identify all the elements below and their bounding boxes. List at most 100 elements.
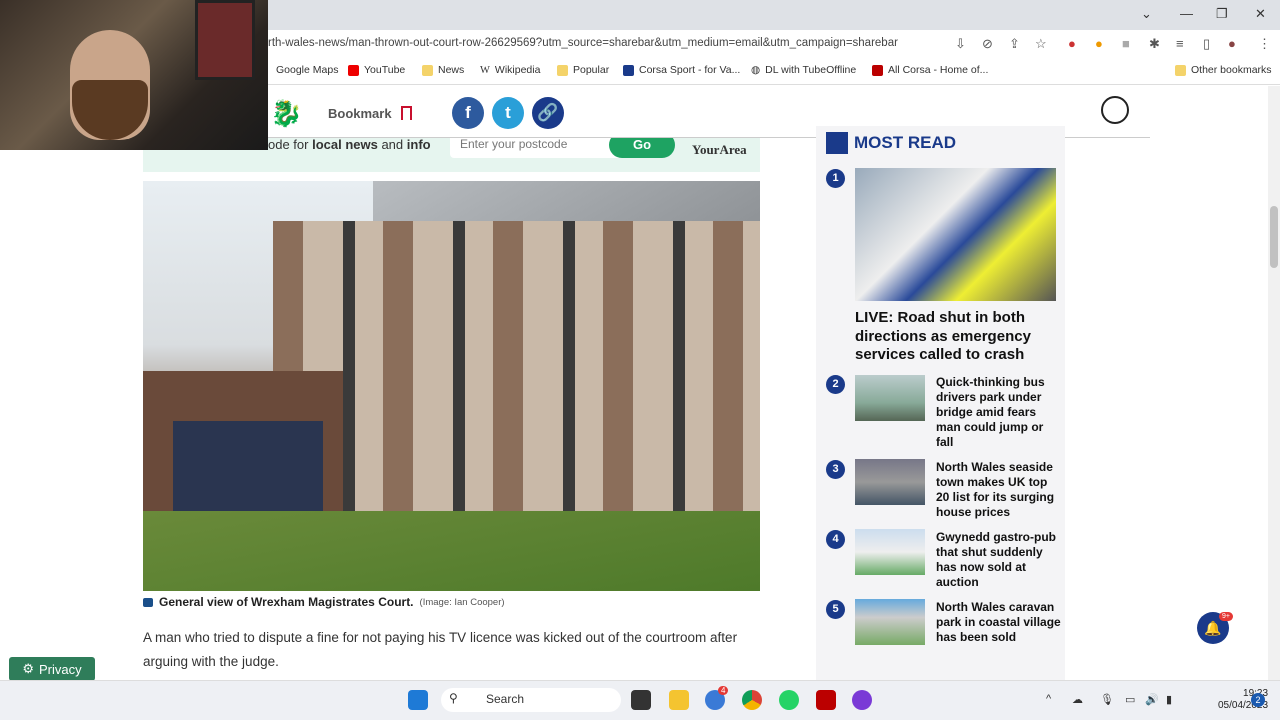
- notification-count[interactable]: 2: [1251, 693, 1265, 707]
- bookmark-button[interactable]: Bookmark: [328, 106, 392, 121]
- bookmark-popular[interactable]: Popular: [557, 64, 609, 76]
- bookmark-label: All Corsa - Home of...: [888, 64, 989, 76]
- photo-caption: General view of Wrexham Magistrates Cour…: [143, 595, 505, 609]
- most-read-image-2[interactable]: [855, 375, 925, 421]
- start-button[interactable]: [408, 690, 428, 710]
- bookmark-google-maps[interactable]: Google Maps: [276, 64, 338, 76]
- adblock-extension-icon[interactable]: ●: [1068, 36, 1076, 51]
- rank-number: 2: [826, 375, 845, 394]
- wikipedia-icon: W: [480, 64, 490, 76]
- photo-credit: (Image: Ian Cooper): [419, 596, 505, 608]
- onedrive-icon[interactable]: ☁: [1072, 693, 1083, 706]
- bookmark-wikipedia[interactable]: W Wikipedia: [480, 64, 540, 76]
- microphone-icon[interactable]: 🎙: [1100, 693, 1114, 706]
- bookmark-youtube[interactable]: YouTube: [348, 64, 405, 76]
- star-icon[interactable]: ☆: [1035, 36, 1047, 52]
- twitter-share-button[interactable]: t: [492, 97, 524, 129]
- bookmark-label: News: [438, 64, 465, 76]
- side-panel-icon[interactable]: ▯: [1203, 36, 1210, 52]
- corsa-sport-icon: [623, 64, 634, 76]
- entrance-canopy: [173, 421, 323, 521]
- install-icon[interactable]: ⇩: [955, 36, 966, 52]
- gear-icon: ⚙: [22, 661, 35, 676]
- most-read-item-2[interactable]: Quick-thinking bus drivers park under br…: [936, 375, 1061, 450]
- bookmark-tubeoffline[interactable]: ◍ DL with TubeOffline: [751, 64, 856, 76]
- folder-icon: [422, 64, 433, 76]
- dragon-logo[interactable]: 🐉: [270, 98, 302, 129]
- bookmark-label: YouTube: [364, 64, 406, 76]
- tab-search-icon[interactable]: ⌄: [1141, 6, 1152, 22]
- all-corsa-icon: [872, 64, 883, 76]
- taskbar-search[interactable]: ⚲ Search: [441, 688, 621, 712]
- url-input[interactable]: rth-wales-news/man-thrown-out-court-row-…: [268, 37, 898, 49]
- rank-number: 1: [826, 169, 845, 188]
- file-explorer-icon[interactable]: [669, 690, 689, 710]
- bookmark-label: Corsa Sport - for Va...: [639, 64, 741, 76]
- search-icon: ⚲: [449, 691, 458, 705]
- privacy-label: Privacy: [39, 661, 82, 677]
- trending-icon: [826, 132, 848, 154]
- bookmark-icon[interactable]: [401, 106, 412, 120]
- reading-list-icon[interactable]: ≡: [1176, 36, 1184, 51]
- folder-icon: [557, 64, 568, 76]
- folder-icon: [1175, 64, 1186, 76]
- app-icon-red[interactable]: [816, 690, 836, 710]
- rank-number: 5: [826, 600, 845, 619]
- whatsapp-icon[interactable]: [779, 690, 799, 710]
- article-photo: [143, 181, 760, 591]
- bookmark-label: Google Maps: [276, 64, 339, 76]
- notification-badge: 9+: [1219, 612, 1233, 621]
- rank-number: 4: [826, 530, 845, 549]
- bookmark-corsa-sport[interactable]: Corsa Sport - for Va...: [623, 64, 740, 76]
- volume-icon[interactable]: 🔊: [1145, 693, 1159, 706]
- t-extension-icon[interactable]: ●: [1095, 36, 1103, 51]
- web-page: ode for local news and info Enter your p…: [0, 86, 1268, 680]
- privacy-button[interactable]: ⚙ Privacy: [9, 657, 95, 680]
- bookmark-label: Wikipedia: [494, 64, 541, 76]
- most-read-heading: MOST READ: [826, 132, 956, 154]
- most-read-image-1[interactable]: [855, 168, 1056, 301]
- bookmark-label: Other bookmarks: [1191, 64, 1272, 76]
- caption-text: General view of Wrexham Magistrates Cour…: [159, 595, 414, 609]
- share-icon[interactable]: ⇪: [1009, 36, 1020, 52]
- battery-icon[interactable]: ▮: [1166, 693, 1172, 706]
- most-read-image-3[interactable]: [855, 459, 925, 505]
- maximize-button[interactable]: ❐: [1216, 6, 1228, 22]
- webcam-overlay: [0, 0, 268, 150]
- tray-chevron-icon[interactable]: ^: [1046, 693, 1051, 705]
- most-read-item-5[interactable]: North Wales caravan park in coastal vill…: [936, 600, 1061, 645]
- minimize-button[interactable]: —: [1180, 6, 1193, 21]
- task-view-icon[interactable]: [631, 690, 651, 710]
- user-account-icon[interactable]: [1101, 96, 1129, 124]
- bookmark-news[interactable]: News: [422, 64, 464, 76]
- article-paragraph: A man who tried to dispute a fine for no…: [143, 630, 738, 669]
- menu-icon[interactable]: ⋮: [1258, 36, 1271, 52]
- k-extension-icon[interactable]: ■: [1122, 36, 1130, 51]
- bookmark-label: DL with TubeOffline: [765, 64, 857, 76]
- profile-avatar[interactable]: ●: [1228, 36, 1236, 51]
- court-entrance: [143, 371, 343, 521]
- extensions-puzzle-icon[interactable]: ✱: [1149, 36, 1160, 52]
- bookmark-all-corsa[interactable]: All Corsa - Home of...: [872, 64, 988, 76]
- network-icon[interactable]: ▭: [1125, 693, 1135, 706]
- tracking-icon[interactable]: ⊘: [982, 36, 993, 52]
- most-read-item-1[interactable]: LIVE: Road shut in both directions as em…: [855, 309, 1055, 365]
- close-button[interactable]: ✕: [1255, 6, 1266, 22]
- postcode-prompt: ode for local news and info: [268, 137, 431, 152]
- youtube-icon: [348, 64, 359, 76]
- other-bookmarks[interactable]: Other bookmarks: [1175, 64, 1272, 76]
- yourarea-logo[interactable]: YourArea: [692, 142, 747, 158]
- camera-icon: [143, 597, 153, 607]
- bookmark-label: Popular: [573, 64, 610, 76]
- page-scrollbar[interactable]: [1268, 86, 1280, 680]
- most-read-item-3[interactable]: North Wales seaside town makes UK top 20…: [936, 460, 1061, 520]
- lawn: [143, 511, 760, 591]
- facebook-share-button[interactable]: f: [452, 97, 484, 129]
- most-read-image-5[interactable]: [855, 599, 925, 645]
- most-read-item-4[interactable]: Gwynedd gastro-pub that shut suddenly ha…: [936, 530, 1061, 590]
- scrollbar-thumb[interactable]: [1270, 206, 1278, 268]
- most-read-image-4[interactable]: [855, 529, 925, 575]
- chrome-icon[interactable]: [742, 690, 762, 710]
- copy-link-button[interactable]: 🔗: [532, 97, 564, 129]
- app-icon-purple[interactable]: [852, 690, 872, 710]
